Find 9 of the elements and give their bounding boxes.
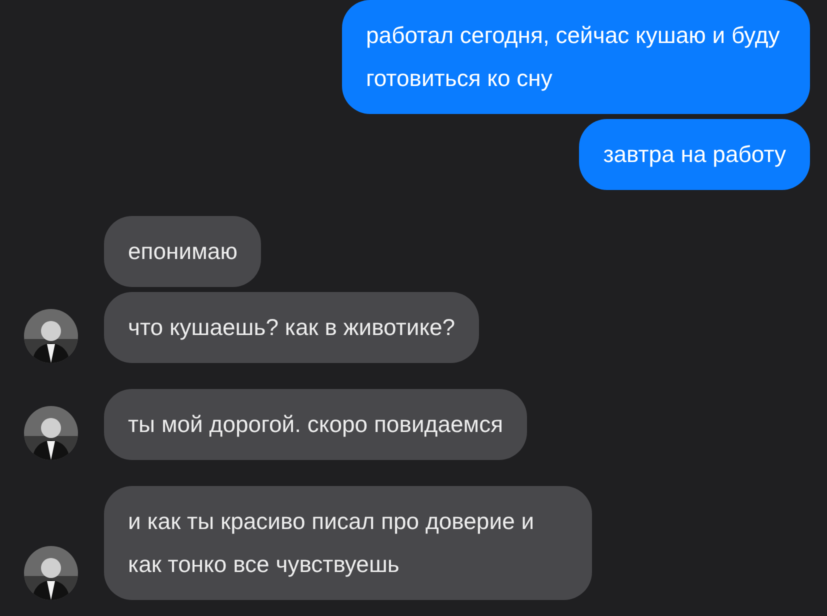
avatar[interactable]	[24, 309, 78, 363]
avatar[interactable]	[24, 406, 78, 460]
avatar[interactable]	[24, 546, 78, 600]
message-bubble: завтра на работу	[579, 119, 810, 190]
message-bubble: и как ты красиво писал про доверие и как тонко все чувствуешь	[104, 486, 592, 600]
message-bubble: что кушаешь? как в животике?	[104, 292, 480, 363]
message-bubble: работал сегодня, сейчас кушаю и буду готовиться ко сну	[342, 0, 810, 114]
message-bubble: епонимаю	[104, 216, 262, 287]
message-bubble: ты мой дорогой. скоро повидаемся	[104, 389, 528, 460]
